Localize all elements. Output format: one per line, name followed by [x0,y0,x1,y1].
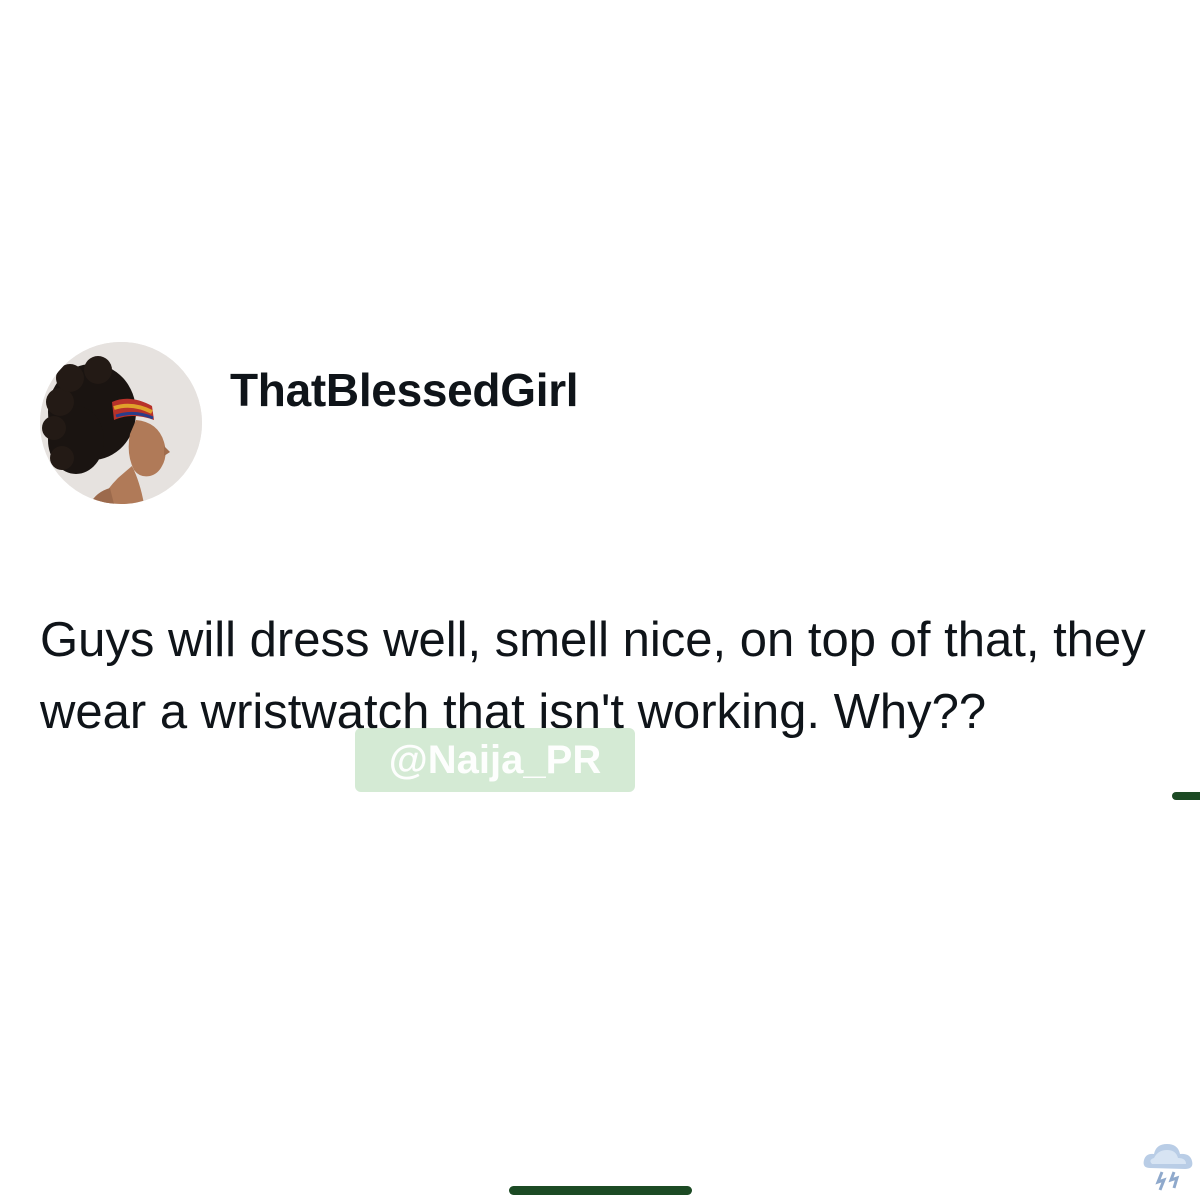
home-indicator [509,1186,692,1195]
cloud-storm-icon [1140,1136,1196,1194]
tweet-text: Guys will dress well, smell nice, on top… [40,613,1146,739]
username[interactable]: ThatBlessedGirl [230,362,579,418]
edge-mark [1172,792,1200,800]
profile-avatar[interactable] [40,342,202,504]
watermark: @Naija_PR [355,728,635,792]
avatar-image [40,342,202,504]
tweet-screenshot: ThatBlessedGirl Guys will dress well, sm… [0,0,1200,1200]
